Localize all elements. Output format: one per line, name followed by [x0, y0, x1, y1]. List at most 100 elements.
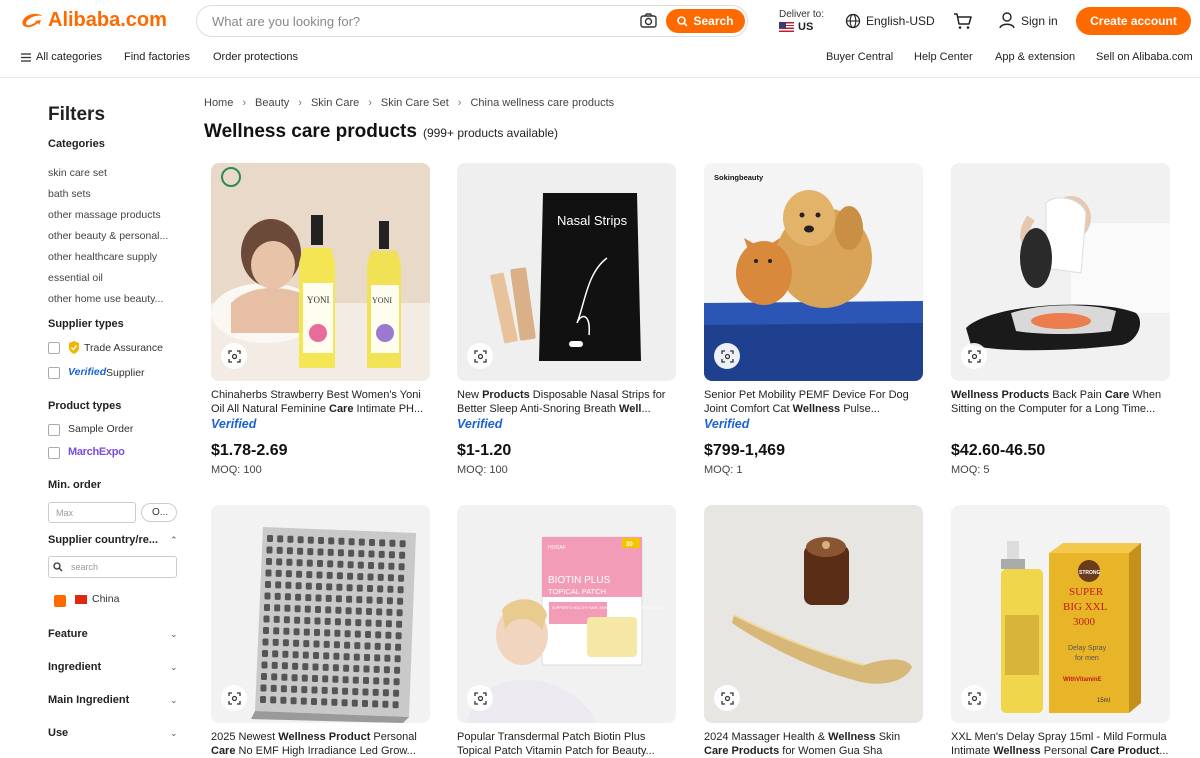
- led-dot: [272, 638, 279, 646]
- nav-buyer-central[interactable]: Buyer Central: [826, 51, 893, 63]
- chevron-down-icon[interactable]: ⌄: [170, 695, 178, 706]
- top-header: Alibaba.com Search Deliver to: US Englis…: [0, 0, 1200, 78]
- feature-filter[interactable]: Feature: [48, 628, 88, 640]
- visual-search-icon[interactable]: [714, 343, 740, 369]
- product-title[interactable]: New Products Disposable Nasal Strips for…: [457, 388, 676, 416]
- led-dot: [363, 665, 370, 673]
- chevron-up-icon[interactable]: ⌃: [170, 535, 178, 546]
- led-dot: [285, 581, 292, 589]
- search-bar: Search: [196, 5, 748, 37]
- category-item[interactable]: skin care set: [48, 167, 107, 179]
- visual-search-icon[interactable]: [961, 343, 987, 369]
- product-price: $799-1,469: [704, 442, 785, 459]
- china-checkbox[interactable]: [54, 595, 66, 607]
- nav-order-protections[interactable]: Order protections: [213, 51, 298, 63]
- category-item[interactable]: other home use beauty...: [48, 293, 163, 305]
- visual-search-icon[interactable]: [714, 685, 740, 711]
- march-expo-label[interactable]: MarchExpo: [68, 446, 125, 458]
- led-dot: [383, 677, 390, 685]
- create-account-button[interactable]: Create account: [1076, 7, 1191, 35]
- nav-all-categories[interactable]: All categories: [21, 51, 102, 63]
- led-dot: [382, 700, 389, 708]
- led-dot: [260, 684, 267, 692]
- sample-order-label[interactable]: Sample Order: [68, 423, 133, 435]
- product-title[interactable]: Wellness Products Back Pain Care When Si…: [951, 388, 1170, 416]
- camera-icon[interactable]: [640, 13, 657, 31]
- led-dot: [395, 632, 402, 640]
- search-input[interactable]: [212, 12, 612, 30]
- search-button[interactable]: Search: [666, 9, 745, 33]
- verified-supplier-label[interactable]: Supplier: [106, 367, 145, 379]
- breadcrumb-item[interactable]: Skin Care: [311, 97, 359, 109]
- led-dot: [372, 688, 379, 696]
- led-dot: [331, 687, 338, 695]
- product-title[interactable]: 2024 Massager Health & Wellness Skin Car…: [704, 730, 923, 758]
- verified-supplier-checkbox[interactable]: [48, 367, 60, 379]
- visual-search-icon[interactable]: [467, 685, 493, 711]
- product-title[interactable]: Popular Transdermal Patch Biotin Plus To…: [457, 730, 676, 758]
- chevron-down-icon[interactable]: ⌄: [170, 629, 178, 640]
- deliver-to[interactable]: Deliver to: US: [779, 9, 824, 33]
- led-dot: [397, 597, 404, 605]
- led-dot: [347, 561, 354, 569]
- category-item[interactable]: essential oil: [48, 272, 103, 284]
- breadcrumb-item[interactable]: Home: [204, 97, 233, 109]
- led-dot: [306, 571, 313, 579]
- led-dot: [321, 698, 328, 706]
- product-title[interactable]: 2025 Newest Wellness Product Personal Ca…: [211, 730, 430, 758]
- supplier-country-title[interactable]: Supplier country/re...: [48, 534, 158, 546]
- ingredient-filter[interactable]: Ingredient: [48, 661, 101, 673]
- led-dot: [354, 642, 361, 650]
- category-item[interactable]: bath sets: [48, 188, 91, 200]
- visual-search-icon[interactable]: [961, 685, 987, 711]
- product-title[interactable]: Senior Pet Mobility PEMF Device For Dog …: [704, 388, 923, 416]
- product-title[interactable]: Chinaherbs Strawberry Best Women's Yoni …: [211, 388, 430, 416]
- alibaba-logo[interactable]: Alibaba.com: [20, 9, 167, 32]
- led-dot: [398, 574, 405, 582]
- led-dot: [396, 609, 403, 617]
- led-dot: [332, 675, 339, 683]
- led-dot: [296, 559, 303, 567]
- breadcrumb-item[interactable]: Beauty: [255, 97, 289, 109]
- product-title[interactable]: XXL Men's Delay Spray 15ml - Mild Formul…: [951, 730, 1170, 758]
- min-order-input[interactable]: Max: [48, 502, 136, 523]
- led-dot: [326, 571, 333, 579]
- visual-search-icon[interactable]: [221, 343, 247, 369]
- march-expo-checkbox[interactable]: [48, 447, 60, 459]
- trade-assurance-label[interactable]: Trade Assurance: [84, 342, 163, 354]
- chevron-down-icon[interactable]: ⌄: [170, 662, 178, 673]
- nav-find-factories[interactable]: Find factories: [124, 51, 190, 63]
- led-dot: [392, 701, 399, 709]
- main-ingredient-filter[interactable]: Main Ingredient: [48, 694, 129, 706]
- sample-order-checkbox[interactable]: [48, 424, 60, 436]
- visual-search-icon[interactable]: [221, 685, 247, 711]
- category-item[interactable]: other beauty & personal...: [48, 230, 168, 242]
- breadcrumb-item[interactable]: Skin Care Set: [381, 97, 449, 109]
- nav-sell-on-alibaba[interactable]: Sell on Alibaba.com: [1096, 51, 1193, 63]
- country-search-input[interactable]: search: [48, 556, 177, 578]
- category-item[interactable]: other massage products: [48, 209, 161, 221]
- trade-assurance-checkbox[interactable]: [48, 342, 60, 354]
- language-selector[interactable]: English-USD: [845, 13, 935, 29]
- sign-in-link[interactable]: Sign in: [999, 12, 1058, 29]
- led-dot: [303, 628, 310, 636]
- use-filter[interactable]: Use: [48, 727, 68, 739]
- led-dot: [347, 572, 354, 580]
- led-dot: [351, 699, 358, 707]
- led-dot: [356, 584, 363, 592]
- led-dot: [384, 643, 391, 651]
- china-label[interactable]: China: [92, 593, 119, 605]
- nav-help-center[interactable]: Help Center: [914, 51, 973, 63]
- spray-label: Delay Spray: [1068, 645, 1107, 652]
- chevron-down-icon[interactable]: ⌄: [170, 728, 178, 739]
- category-item[interactable]: other healthcare supply: [48, 251, 157, 263]
- min-order-ok-button[interactable]: O...: [141, 503, 177, 522]
- led-dot: [366, 596, 373, 604]
- led-dot: [387, 585, 394, 593]
- nav-app-extension[interactable]: App & extension: [995, 51, 1075, 63]
- visual-search-icon[interactable]: [467, 343, 493, 369]
- led-dot: [262, 638, 269, 646]
- cart-icon[interactable]: [953, 12, 972, 33]
- led-dot: [313, 640, 320, 648]
- deliver-label: Deliver to:: [779, 9, 825, 20]
